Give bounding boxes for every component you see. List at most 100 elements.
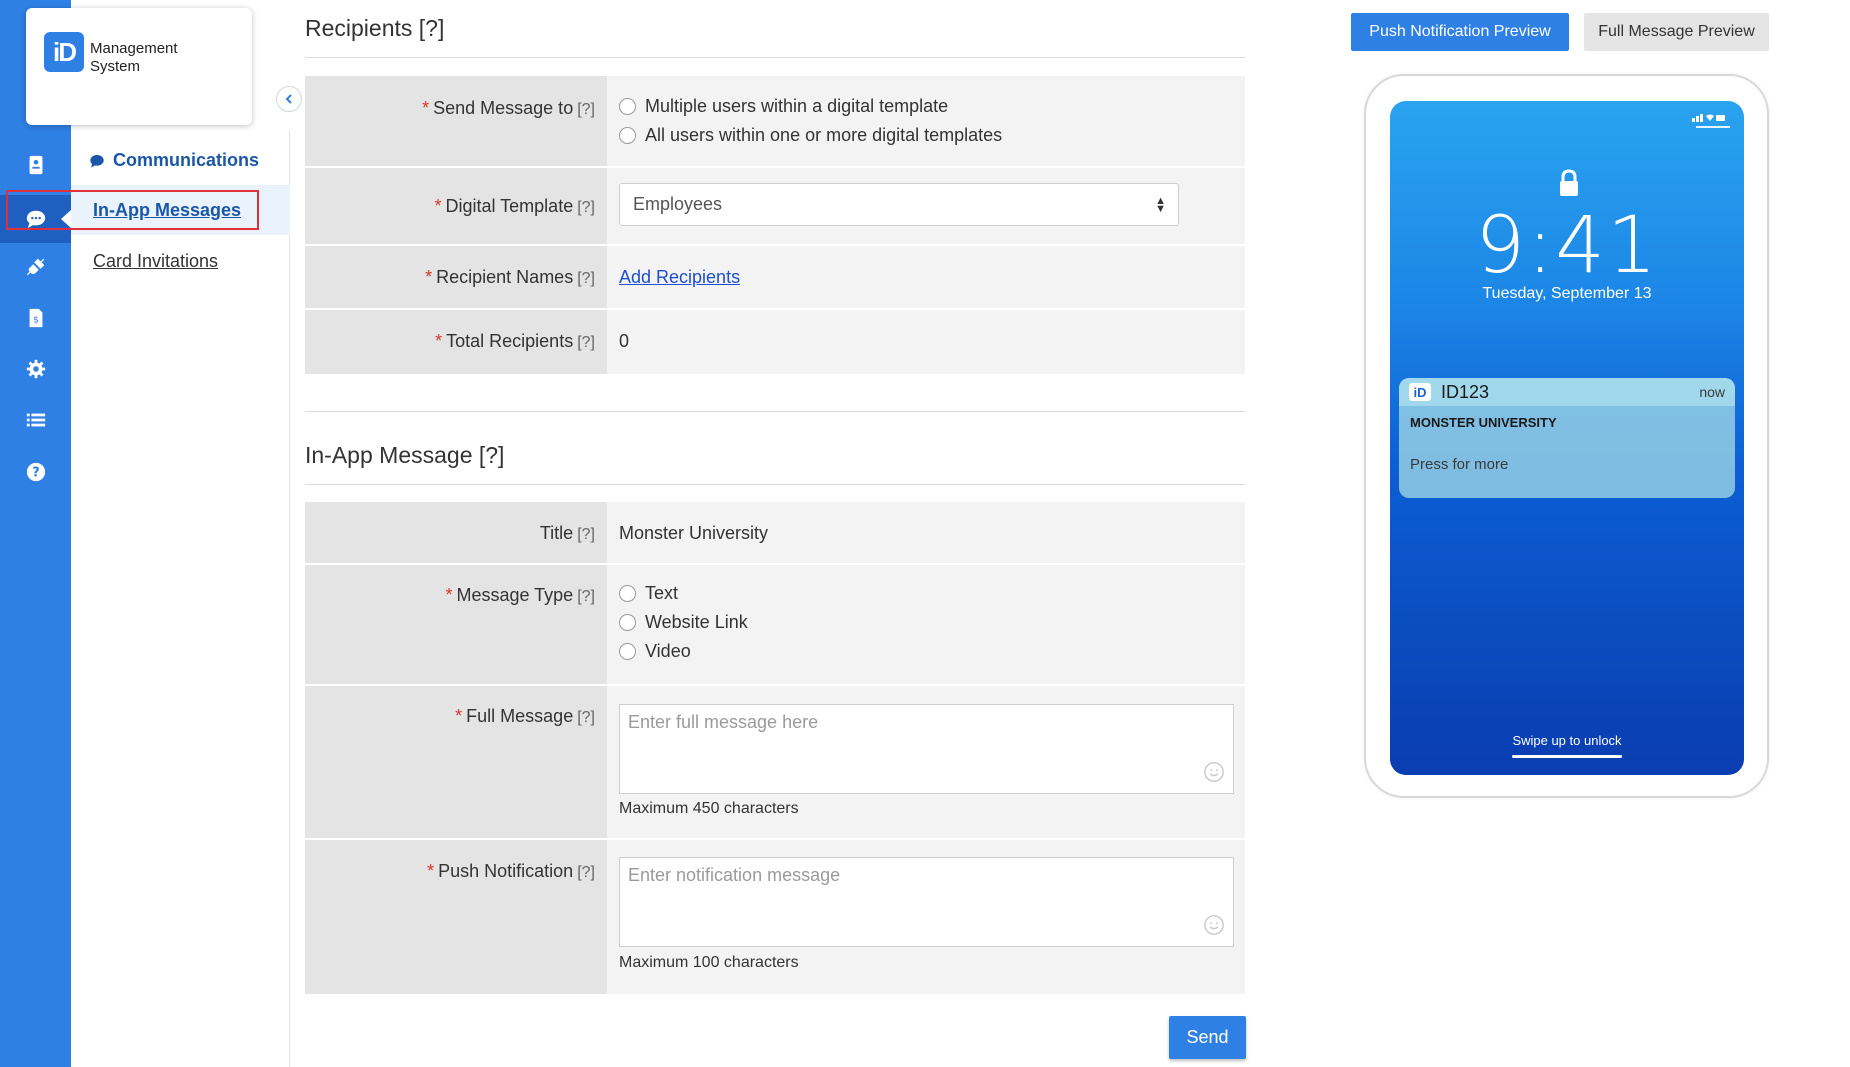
character-limit-hint: Maximum 450 characters — [619, 800, 799, 817]
field-label: * Recipient Names [?] — [305, 246, 607, 308]
status-bar-icons — [1692, 114, 1725, 122]
divider — [305, 57, 1245, 58]
logo-text: Management System — [90, 40, 178, 75]
field-label: * Full Message [?] — [305, 686, 607, 838]
tab-push-notification-preview[interactable]: Push Notification Preview — [1351, 13, 1569, 51]
field-label: * Total Recipients [?] — [305, 310, 607, 374]
radio-option[interactable]: Video — [619, 637, 1245, 666]
help-icon: ? — [26, 462, 45, 482]
plug-icon — [26, 258, 44, 276]
push-notification-value: Enter notification message Maximum 100 c… — [607, 840, 1245, 994]
chat-bubble-icon — [26, 210, 45, 229]
recipients-section-title: Recipients [?] — [305, 15, 445, 41]
rail-communications[interactable] — [0, 195, 71, 243]
logo-mark: iD — [44, 32, 84, 72]
lock-screen-date: Tuesday, September 13 — [1482, 285, 1652, 302]
subnav-heading: Communications — [89, 150, 259, 171]
radio-option[interactable]: Website Link — [619, 608, 1245, 637]
subnav-item-card-invitations[interactable]: Card Invitations — [71, 236, 290, 286]
full-message-value: Enter full message here Maximum 450 char… — [607, 686, 1245, 838]
title-value: Monster University — [607, 502, 1245, 563]
logo-card[interactable]: iD Management System — [26, 8, 252, 125]
notification-app-name: ID123 — [1441, 381, 1490, 402]
sub-navigation: Communications In-App Messages Card Invi… — [71, 130, 290, 1067]
help-link[interactable]: [?] — [577, 526, 595, 543]
home-indicator — [1512, 755, 1622, 758]
lock-icon — [1560, 169, 1578, 196]
radio-button[interactable] — [619, 643, 636, 660]
svg-text:?: ? — [32, 466, 39, 481]
field-label: * Send Message to [?] — [305, 76, 607, 166]
tab-full-message-preview[interactable]: Full Message Preview — [1584, 13, 1769, 51]
id-card-icon — [29, 155, 42, 175]
emoji-icon[interactable] — [1203, 914, 1225, 936]
help-link[interactable]: [?] — [577, 334, 595, 351]
notification-title: MONSTER UNIVERSITY — [1410, 415, 1557, 430]
field-label: * Digital Template [?] — [305, 168, 607, 244]
help-link[interactable]: [?] — [577, 199, 595, 216]
recipient-names-row: * Recipient Names [?] Add Recipients — [305, 246, 1245, 310]
notification-time: now — [1699, 384, 1725, 400]
divider — [305, 484, 1245, 485]
notification-body: Press for more — [1410, 456, 1509, 473]
rail-billing[interactable]: $ — [0, 294, 71, 342]
radio-button[interactable] — [619, 585, 636, 602]
in-app-message-section-title: In-App Message [?] — [305, 442, 505, 468]
title-row: Title [?] Monster University — [305, 502, 1245, 565]
swipe-hint: Swipe up to unlock — [1512, 733, 1622, 748]
status-divider — [1696, 126, 1730, 128]
push-notification-textarea[interactable]: Enter notification message — [619, 857, 1234, 947]
chat-bubble-icon — [90, 154, 104, 168]
notification-header: iD ID123 now — [1399, 378, 1735, 406]
subnav-item-in-app-messages[interactable]: In-App Messages — [71, 185, 290, 235]
list-icon — [26, 413, 45, 427]
radio-option[interactable]: Text — [619, 579, 1245, 608]
send-to-options: Multiple users within a digital template… — [607, 76, 1245, 166]
message-type-row: * Message Type [?] Text Website Link Video — [305, 565, 1245, 686]
rail-id-cards[interactable] — [0, 141, 71, 189]
divider — [305, 411, 1245, 412]
lock-screen-time: 9:41 — [1475, 201, 1659, 291]
template-value: Employees ▲ ▼ — [607, 168, 1245, 244]
svg-text:$: $ — [33, 315, 39, 326]
app-logo-icon: iD — [1409, 383, 1431, 401]
rail-settings[interactable] — [0, 345, 71, 393]
help-link[interactable]: [?] — [577, 864, 595, 881]
send-button[interactable]: Send — [1169, 1016, 1246, 1059]
icon-rail: $ ? — [0, 0, 71, 1067]
rail-lists[interactable] — [0, 396, 71, 444]
invoice-icon: $ — [29, 308, 42, 328]
radio-option[interactable]: All users within one or more digital tem… — [619, 121, 1245, 150]
field-label: * Message Type [?] — [305, 565, 607, 684]
rail-help[interactable]: ? — [0, 448, 71, 496]
emoji-icon[interactable] — [1203, 761, 1225, 783]
add-recipients-link[interactable]: Add Recipients — [619, 267, 740, 287]
help-link[interactable]: [?] — [577, 101, 595, 118]
collapse-sidebar-button[interactable] — [276, 86, 302, 112]
help-link[interactable]: [?] — [479, 442, 505, 468]
full-message-textarea[interactable]: Enter full message here — [619, 704, 1234, 794]
notification-card[interactable]: iD ID123 now MONSTER UNIVERSITY Press fo… — [1399, 378, 1735, 498]
radio-button[interactable] — [619, 614, 636, 631]
full-message-row: * Full Message [?] Enter full message here… — [305, 686, 1245, 840]
digital-template-select[interactable]: Employees ▲ ▼ — [619, 183, 1179, 226]
select-caret-icon: ▲ ▼ — [1155, 195, 1166, 215]
recipient-names-value: Add Recipients — [607, 246, 1245, 308]
total-recipients-row: * Total Recipients [?] 0 — [305, 310, 1245, 374]
field-label: Title [?] — [305, 502, 607, 563]
help-link[interactable]: [?] — [419, 15, 445, 41]
radio-button[interactable] — [619, 127, 636, 144]
radio-option[interactable]: Multiple users within a digital template — [619, 92, 1245, 121]
chevron-left-icon — [285, 94, 292, 104]
message-type-options: Text Website Link Video — [607, 565, 1245, 684]
total-recipients-value: 0 — [607, 310, 1245, 374]
lock-screen: 9:41 Tuesday, September 13 iD ID123 now … — [1390, 101, 1744, 775]
push-notification-row: * Push Notification [?] Enter notification… — [305, 840, 1245, 994]
help-link[interactable]: [?] — [577, 588, 595, 605]
rail-integrations[interactable] — [0, 243, 71, 291]
radio-button[interactable] — [619, 98, 636, 115]
help-link[interactable]: [?] — [577, 270, 595, 287]
help-link[interactable]: [?] — [577, 709, 595, 726]
active-indicator — [61, 210, 71, 228]
send-to-row: * Send Message to [?] Multiple users withi… — [305, 76, 1245, 168]
